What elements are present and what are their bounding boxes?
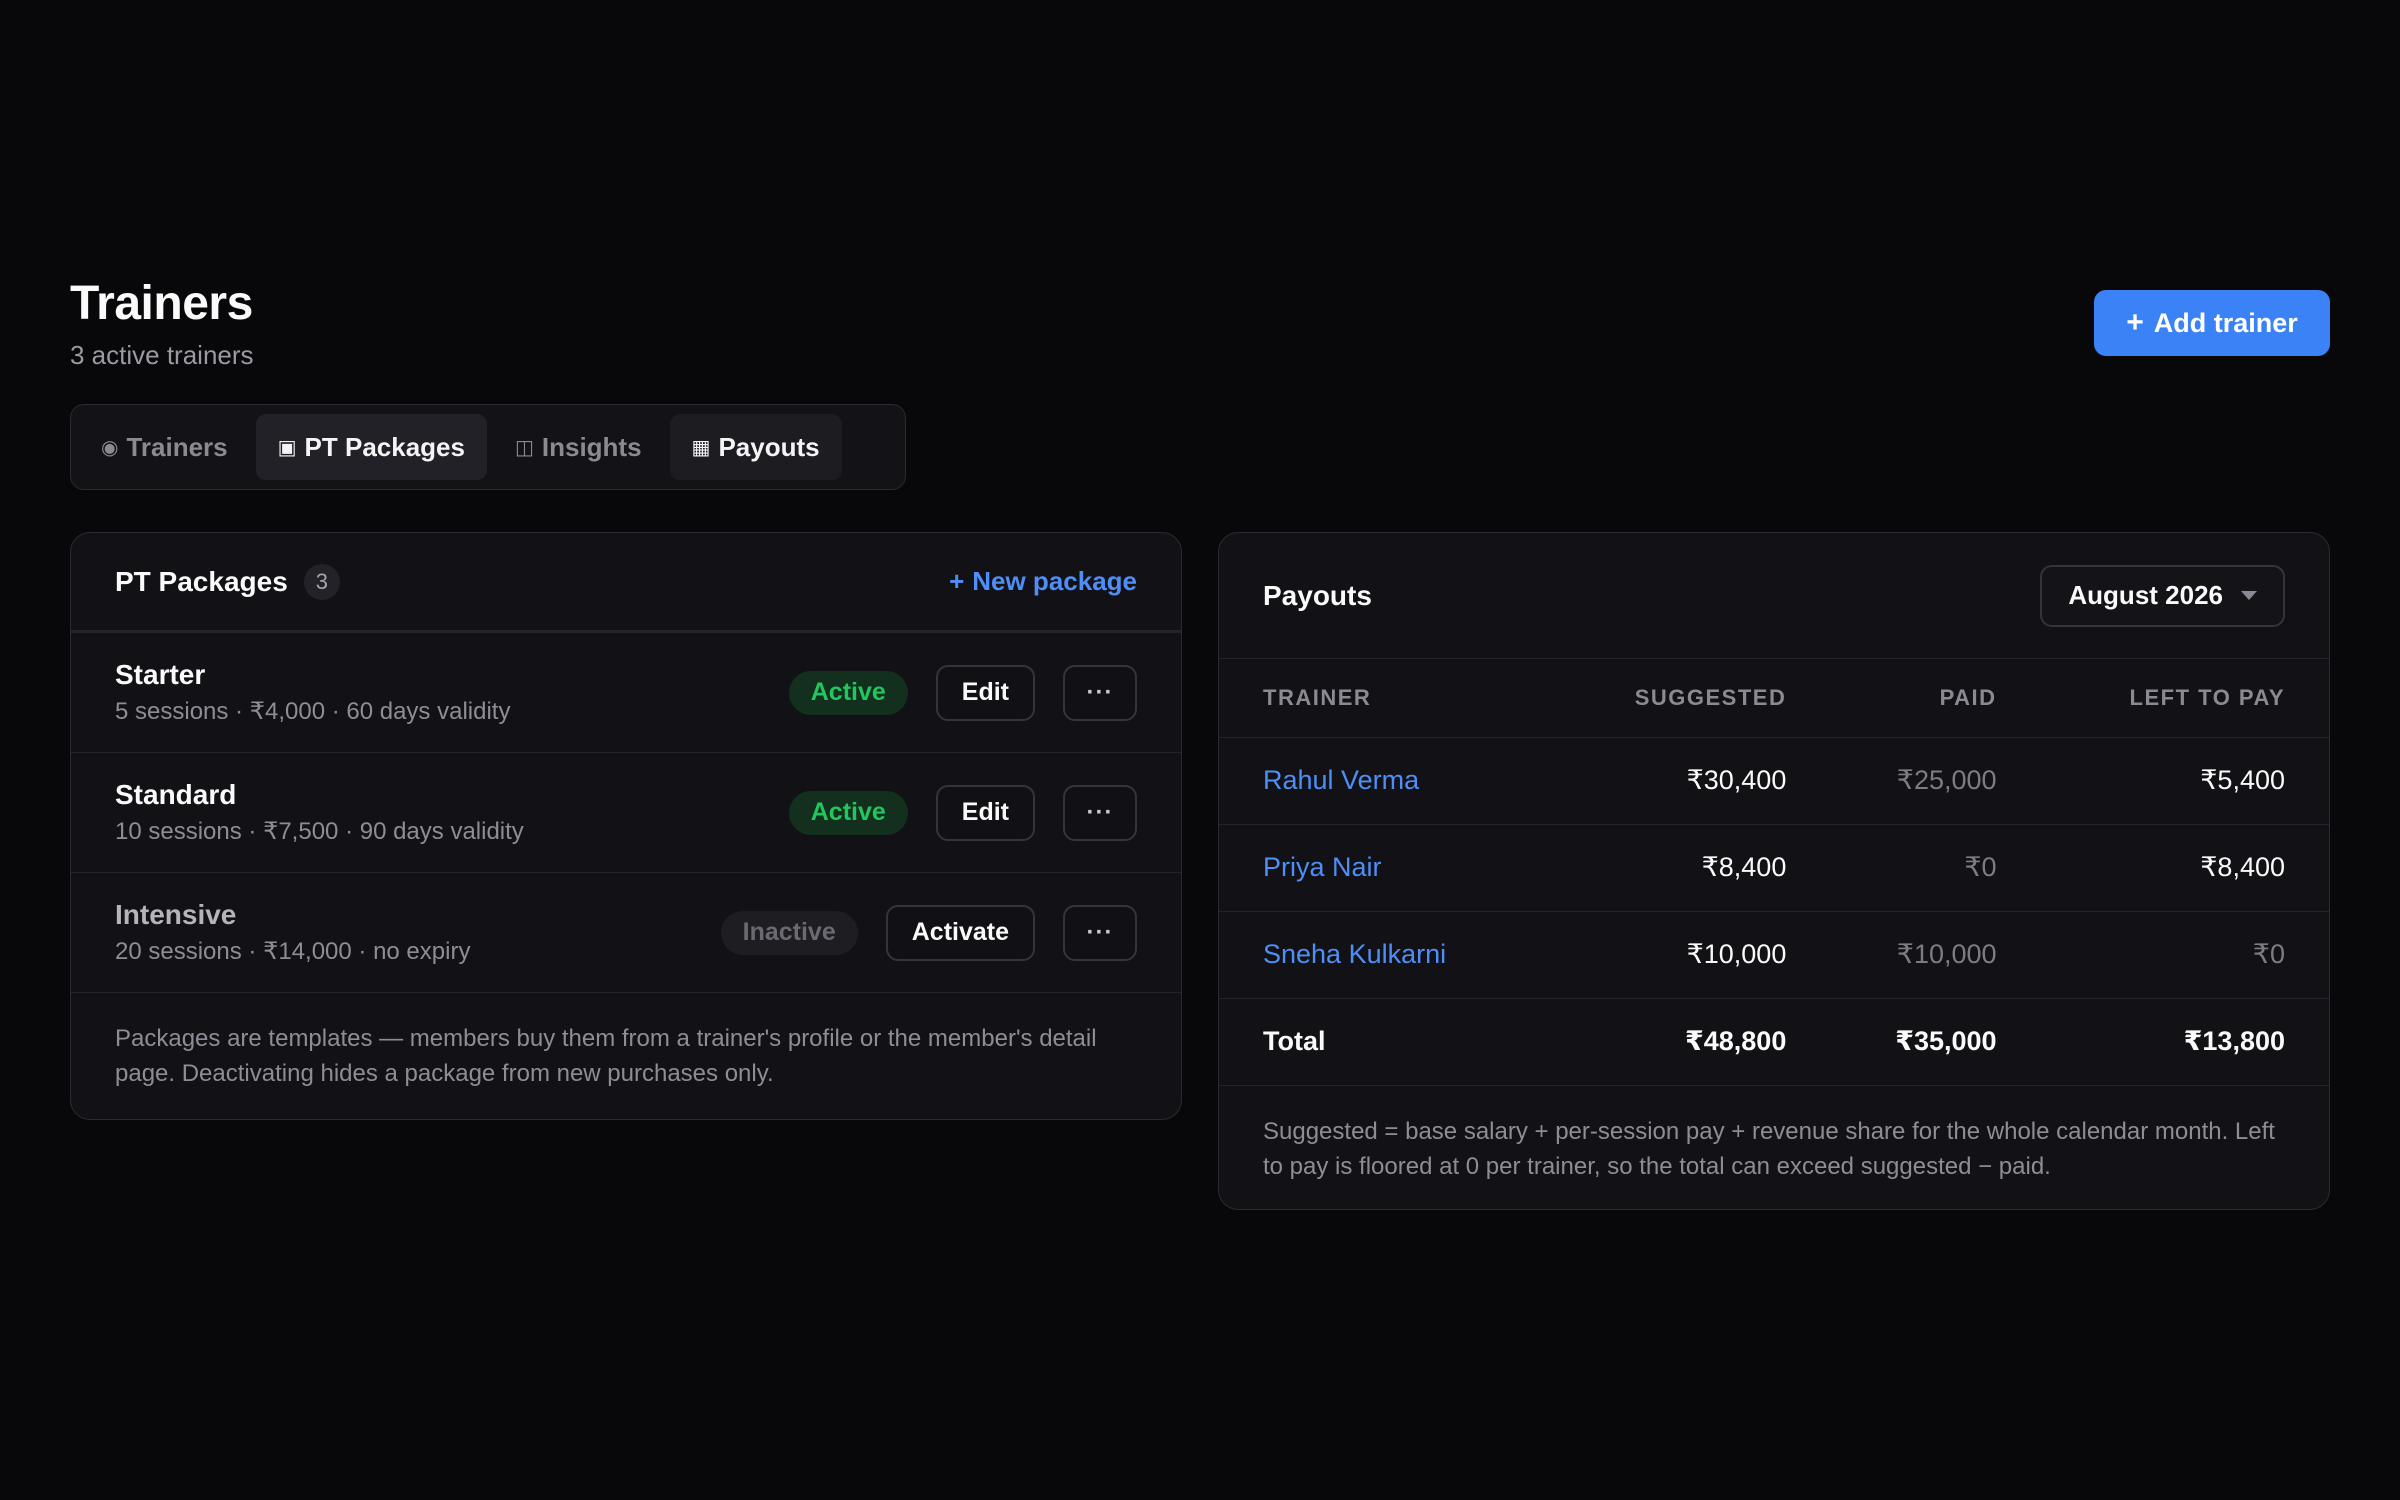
tab-payouts[interactable]: ▦ Payouts [669,414,842,480]
tab-bar: ◉ Trainers ▣ PT Packages ◫ Insights ▦ Pa… [70,404,906,490]
plus-icon: + [2126,306,2144,339]
plus-icon: + [949,566,965,596]
new-package-button[interactable]: + New package [949,566,1137,597]
month-select[interactable]: August 2026 [2040,564,2285,627]
package-row-standard: Standard 10 sessions · ₹7,500 · 90 days … [71,753,1181,873]
add-trainer-label: Add trainer [2153,307,2298,338]
table-row: Rahul Verma ₹30,400 ₹25,000 ₹5,400 [1219,737,2329,825]
left-to-pay-amount: ₹5,400 [2040,737,2329,825]
package-name: Starter [115,659,206,690]
radio-circle-icon: ◉ [101,436,119,459]
add-trainer-button[interactable]: + Add trainer [2094,290,2330,356]
total-suggested: ₹48,800 [1547,998,1831,1086]
package-info: Intensive 20 sessions · ₹14,000 · no exp… [115,899,721,966]
payouts-table: TRAINER SUGGESTED PAID LEFT TO PAY Rahul… [1219,659,2329,1086]
tab-label: PT Packages [304,431,465,462]
column-header-paid: PAID [1830,659,2041,738]
suggested-amount: ₹8,400 [1547,824,1831,912]
chevron-down-icon [2241,591,2257,600]
package-info: Standard 10 sessions · ₹7,500 · 90 days … [115,779,789,846]
payouts-note: Suggested = base salary + per-session pa… [1263,1117,2275,1180]
edit-button[interactable]: Edit [935,784,1035,841]
tab-label: Insights [541,431,642,462]
package-name: Intensive [115,899,237,930]
package-description: 5 sessions · ₹4,000 · 60 days validity [115,698,511,725]
new-package-label: New package [972,566,1137,596]
more-options-button[interactable]: ··· [1063,784,1137,841]
package-name: Standard [115,779,237,810]
trainer-link[interactable]: Priya Nair [1219,824,1548,912]
table-row: Priya Nair ₹8,400 ₹0 ₹8,400 [1219,824,2329,912]
tab-label: Trainers [126,431,228,462]
payouts-header: Payouts August 2026 [1219,533,2329,659]
paid-amount: ₹25,000 [1830,737,2041,825]
panel-split-icon: ◫ [514,436,534,459]
pt-packages-title: PT Packages [115,565,288,597]
tab-pt-packages[interactable]: ▣ PT Packages [255,414,487,480]
total-left-to-pay: ₹13,800 [2040,998,2329,1086]
tab-label: Payouts [718,431,820,462]
payouts-title: Payouts [1263,579,1372,611]
tab-insights[interactable]: ◫ Insights [493,414,664,480]
more-options-button[interactable]: ··· [1063,664,1137,721]
trainer-link[interactable]: Rahul Verma [1219,737,1548,825]
edit-button[interactable]: Edit [935,664,1035,721]
paid-amount: ₹10,000 [1830,911,2041,999]
trainers-page: Trainers 3 active trainers + Add trainer… [70,0,2330,1500]
column-header-left-to-pay: LEFT TO PAY [2040,659,2329,738]
page-title: Trainers [70,277,253,330]
packages-note: Packages are templates — members buy the… [115,1025,1097,1087]
page-subtitle: 3 active trainers [70,340,254,370]
column-header-suggested: SUGGESTED [1547,659,1831,738]
total-paid: ₹35,000 [1830,998,2041,1086]
table-header-row: TRAINER SUGGESTED PAID LEFT TO PAY [1219,659,2329,738]
package-row-starter: Starter 5 sessions · ₹4,000 · 60 days va… [71,633,1181,753]
tab-trainers[interactable]: ◉ Trainers [79,414,250,480]
table-row: Sneha Kulkarni ₹10,000 ₹10,000 ₹0 [1219,911,2329,999]
package-description: 10 sessions · ₹7,500 · 90 days validity [115,818,524,845]
package-info: Starter 5 sessions · ₹4,000 · 60 days va… [115,659,789,726]
total-row: Total ₹48,800 ₹35,000 ₹13,800 [1219,998,2329,1086]
pt-packages-card: PT Packages 3 + New package Starter 5 se… [70,532,1182,1120]
selected-month: August 2026 [2068,580,2223,610]
package-row-intensive: Intensive 20 sessions · ₹14,000 · no exp… [71,873,1181,993]
status-badge: Active [788,790,908,835]
more-options-button[interactable]: ··· [1063,904,1137,961]
pt-packages-header: PT Packages 3 + New package [71,533,1181,633]
package-description: 20 sessions · ₹14,000 · no expiry [115,938,471,965]
left-to-pay-amount: ₹8,400 [2040,824,2329,912]
suggested-amount: ₹30,400 [1547,737,1831,825]
column-header-trainer: TRAINER [1219,659,1548,738]
left-to-pay-amount: ₹0 [2040,911,2329,999]
package-count-badge: 3 [303,563,341,600]
suggested-amount: ₹10,000 [1547,911,1831,999]
status-badge: Inactive [720,910,858,955]
payouts-card: Payouts August 2026 TRAINER SUGGESTED PA… [1218,532,2330,1210]
status-badge: Active [788,670,908,715]
trainer-link[interactable]: Sneha Kulkarni [1219,911,1548,999]
paid-amount: ₹0 [1830,824,2041,912]
package-square-icon: ▣ [277,436,297,459]
activate-button[interactable]: Activate [885,904,1035,961]
total-label: Total [1219,998,1548,1086]
grid-square-icon: ▦ [691,436,711,459]
